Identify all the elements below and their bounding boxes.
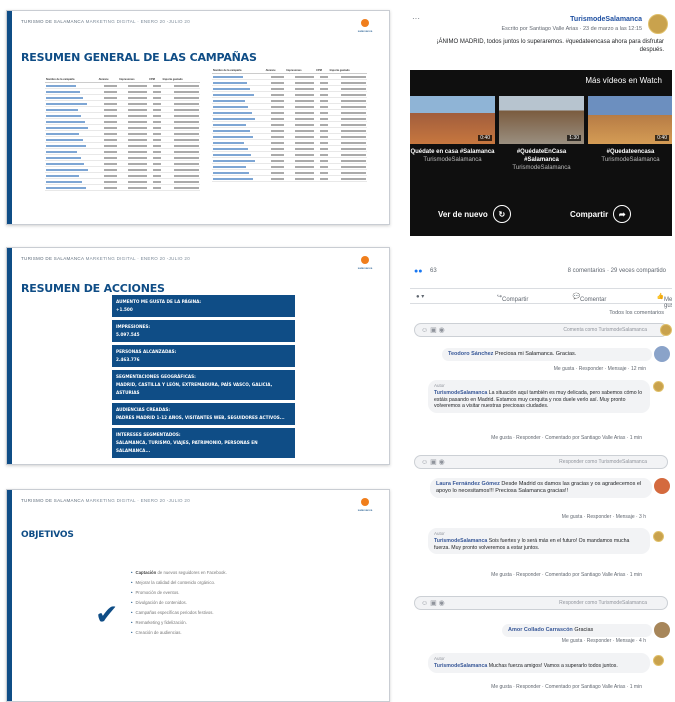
- audience-dropdown[interactable]: ● ▾: [416, 293, 424, 300]
- reply-avatar: [653, 531, 664, 542]
- share-video-button[interactable]: Compartir ➦: [570, 203, 632, 225]
- slide-campaign-summary: TURISMO DE SALAMANCA MARKETING DIGITAL ·…: [6, 10, 390, 225]
- video-thumbnail[interactable]: 1:30: [499, 96, 584, 144]
- actions-list: AUMENTO ME GUSTA DE LA PÁGINA: +1.500 IMPR…: [112, 295, 295, 461]
- share-action[interactable]: ↪ Compartir: [497, 293, 528, 303]
- slide-title: RESUMEN GENERAL DE LAS CAMPAÑAS: [21, 51, 257, 64]
- comment-bubble: Amor Collado Carrascón Gracias: [502, 624, 652, 637]
- comments-shares-count[interactable]: 8 comentarios · 29 veces compartido: [568, 268, 666, 274]
- post-meta: Escrito por Santiago Valle Arias · 23 de…: [501, 26, 642, 32]
- slide-accent-bar: [7, 490, 12, 701]
- comment-actions[interactable]: Me gusta · Responder · Mensaje · 12 min: [554, 366, 646, 372]
- logo-icon: salamanca: [357, 256, 373, 272]
- reactions-count[interactable]: 63: [430, 268, 437, 274]
- reply-actions[interactable]: Me gusta · Responder · Comentado por San…: [491, 572, 642, 578]
- slide-header: TURISMO DE SALAMANCA MARKETING DIGITAL ·…: [21, 19, 190, 24]
- video-end-screen[interactable]: Más vídeos en Watch 0:40 1:30 0:40 Quéda…: [410, 70, 672, 236]
- objective-item: Creación de audiencias.: [131, 630, 227, 635]
- slide-header: TURISMO DE SALAMANCA MARKETING DIGITAL ·…: [21, 498, 190, 503]
- comment-bubble: Laura Fernández Gómez Desde Madrid os da…: [430, 478, 652, 498]
- reply-bubble: Autor TurismodeSalamanca La situación aq…: [428, 380, 650, 414]
- emoji-icon[interactable]: ☺ ▣ ◉: [421, 458, 445, 466]
- comment-action[interactable]: 💬 Comentar: [573, 293, 607, 303]
- objective-item: Promoción de eventos.: [131, 590, 227, 595]
- page-avatar[interactable]: [648, 14, 668, 34]
- reply-avatar: [653, 655, 664, 666]
- post-actions: 👍 Me gusta 💬 Comentar ↪ Compartir ● ▾: [410, 288, 672, 309]
- slide-actions-summary: TURISMO DE SALAMANCA MARKETING DIGITAL ·…: [6, 247, 390, 465]
- action-item: SEGMENTACIONES GEOGRÁFICAS: MADRID, CASTI…: [112, 370, 295, 400]
- post-header: TurismodeSalamanca Escrito por Santiago …: [410, 10, 672, 68]
- post-text: ¡ÁNIMO MADRID, todos juntos lo superarem…: [436, 39, 664, 53]
- commenter-avatar[interactable]: [654, 622, 670, 638]
- video-thumbnail[interactable]: 0:40: [410, 96, 495, 144]
- page-name[interactable]: TurismodeSalamanca: [570, 16, 642, 23]
- slide-accent-bar: [7, 11, 12, 224]
- reply-input[interactable]: Responder como TurismodeSalamanca ☺ ▣ ◉: [414, 596, 668, 610]
- reply-bubble: Autor TurismodeSalamanca Sois fuertes y …: [428, 528, 650, 555]
- video-caption[interactable]: #Quedateencasa TurismodeSalamanca: [588, 148, 672, 164]
- reply-avatar: [653, 381, 664, 392]
- commenter-avatar: [660, 324, 672, 336]
- objective-item: Remarketing y fidelización.: [131, 620, 227, 625]
- slide-title: OBJETIVOS: [21, 530, 74, 540]
- comment-bubble: Teodoro Sánchez Preciosa mi Salamanca. G…: [442, 348, 652, 361]
- all-comments-filter[interactable]: Todos los comentarios: [609, 310, 664, 316]
- logo-icon: salamanca: [357, 498, 373, 514]
- logo-icon: salamanca: [357, 19, 373, 35]
- commenter-avatar[interactable]: [654, 478, 670, 494]
- video-caption[interactable]: Quédate en casa #Salamanca TurismodeSalam…: [410, 148, 495, 164]
- action-item: IMPRESIONES: 5.097.545: [112, 320, 295, 342]
- comment-actions[interactable]: Me gusta · Responder · Mensaje · 3 h: [562, 514, 646, 520]
- action-item: INTERESES SEGMENTADOS: SALAMANCA, TURISMO…: [112, 428, 295, 458]
- slide-objectives: TURISMO DE SALAMANCA MARKETING DIGITAL ·…: [6, 489, 390, 702]
- objective-item: Captación de nuevos seguidores en Facebo…: [131, 570, 227, 575]
- replay-icon: ↻: [492, 205, 511, 223]
- video-caption[interactable]: #QuédateEnCasa #Salamanca TurismodeSalama…: [499, 148, 584, 172]
- objective-item: Campañas específicas periodos festivos.: [131, 610, 227, 615]
- emoji-icon[interactable]: ☺ ▣ ◉: [421, 326, 445, 334]
- slide-header: TURISMO DE SALAMANCA MARKETING DIGITAL ·…: [21, 256, 190, 261]
- video-thumbnail[interactable]: 0:40: [588, 96, 672, 144]
- more-videos-title: Más vídeos en Watch: [585, 76, 662, 85]
- emoji-icon[interactable]: ☺ ▣ ◉: [421, 599, 445, 607]
- reply-actions[interactable]: Me gusta · Responder · Comentado por San…: [491, 435, 642, 441]
- reply-bubble: Autor TurismodeSalamanca Muchas fuerza a…: [428, 653, 650, 673]
- replay-button[interactable]: Ver de nuevo ↻: [438, 203, 511, 225]
- facebook-post: TurismodeSalamanca Escrito por Santiago …: [410, 10, 672, 700]
- campaign-table-left: Nombre de la campaña Alcance Impresiones CP…: [45, 77, 200, 191]
- table-row: [212, 175, 367, 182]
- action-item: PERSONAS ALCANZADAS: 2.463.776: [112, 345, 295, 367]
- slide-accent-bar: [7, 248, 12, 464]
- action-item: AUMENTO ME GUSTA DE LA PÁGINA: +1.500: [112, 295, 295, 317]
- reaction-icons[interactable]: ●●: [414, 268, 422, 275]
- table-row: [45, 184, 200, 191]
- comment-actions[interactable]: Me gusta · Responder · Mensaje · 4 h: [562, 638, 646, 644]
- action-item: AUDIENCIAS CREADAS: PADRES MADRID 1-12 AÑ…: [112, 403, 295, 425]
- objective-item: Mejorar la calidad del contenido orgánic…: [131, 580, 227, 585]
- campaign-table-right: Nombre de la campaña Alcance Impresiones CP…: [212, 68, 367, 182]
- like-action[interactable]: 👍 Me gusta: [657, 293, 672, 309]
- checkmark-icon: ✔: [95, 598, 119, 631]
- comment-input[interactable]: Comenta como TurismodeSalamanca ☺ ▣ ◉: [414, 323, 668, 337]
- slide-title: RESUMEN DE ACCIONES: [21, 282, 165, 295]
- objectives-list: Captación de nuevos seguidores en Facebo…: [131, 570, 227, 640]
- more-options-icon[interactable]: ···: [412, 14, 420, 23]
- share-arrow-icon: ➦: [613, 205, 632, 223]
- commenter-avatar[interactable]: [654, 346, 670, 362]
- reply-actions[interactable]: Me gusta · Responder · Comentado por San…: [491, 684, 642, 690]
- objective-item: Divulgación de contenidos.: [131, 600, 227, 605]
- reply-input[interactable]: Responder como TurismodeSalamanca ☺ ▣ ◉: [414, 455, 668, 469]
